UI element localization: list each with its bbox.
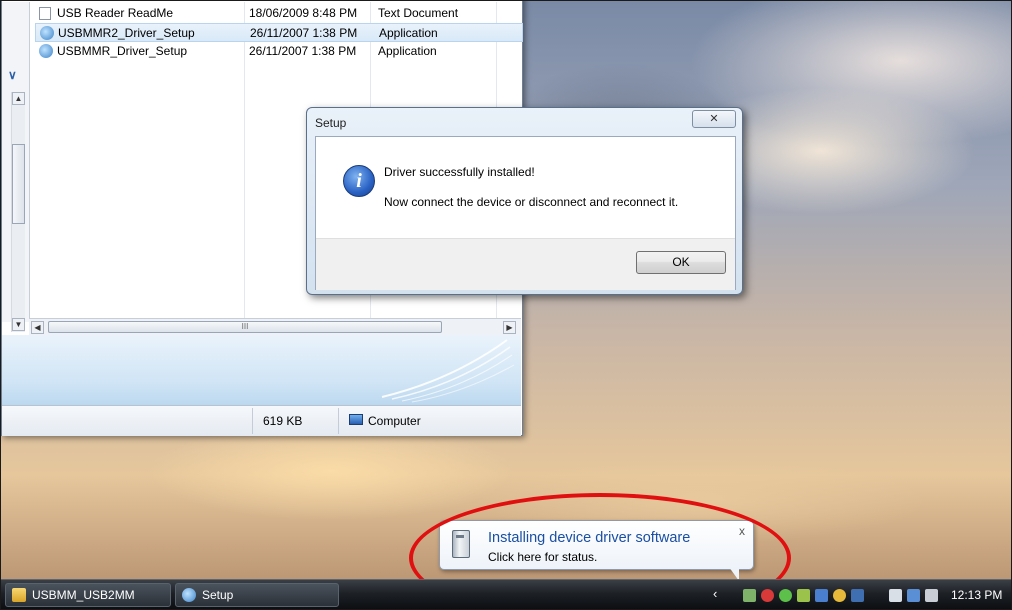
setup-dialog: Setup ✕ i Driver successfully installed!…: [306, 107, 743, 295]
text-document-icon: [39, 7, 51, 20]
file-type: Application: [378, 44, 437, 58]
clock[interactable]: 12:13 PM: [951, 588, 1002, 602]
dialog-footer: OK: [316, 238, 735, 290]
file-row-usbmmr-setup[interactable]: USBMMR_Driver_Setup 26/11/2007 1:38 PM A…: [35, 42, 523, 61]
notification-balloon[interactable]: Installing device driver software Click …: [439, 520, 754, 570]
taskbar-button-label: Setup: [202, 588, 234, 602]
ok-button[interactable]: OK: [636, 251, 726, 274]
navigation-pane: ∨ ▲ ▼: [2, 2, 30, 332]
file-date: 26/11/2007 1:38 PM: [249, 44, 357, 58]
volume-icon[interactable]: [925, 589, 938, 602]
taskbar-button-label: USBMM_USB2MM: [32, 588, 135, 602]
network-icon[interactable]: [907, 589, 920, 602]
dialog-title: Setup: [315, 116, 347, 130]
system-tray: ‹ 12:13 PM: [713, 580, 1011, 609]
info-icon: i: [343, 165, 375, 197]
instruction-message: Now connect the device or disconnect and…: [384, 195, 679, 209]
file-row-readme[interactable]: USB Reader ReadMe 18/06/2009 8:48 PM Tex…: [35, 4, 523, 23]
usb-device-icon[interactable]: [889, 589, 902, 602]
update-icon[interactable]: [797, 589, 810, 602]
antivirus-icon[interactable]: [779, 589, 792, 602]
balloon-close-icon[interactable]: x: [739, 524, 745, 538]
status-divider: [252, 408, 253, 434]
scroll-down-button[interactable]: ▼: [12, 318, 25, 331]
computer-icon: [349, 414, 363, 425]
setup-application-icon: [39, 44, 53, 58]
device-icon: [452, 530, 470, 558]
display-icon[interactable]: [815, 589, 828, 602]
setup-application-icon: [40, 26, 54, 40]
setup-icon: [182, 588, 196, 602]
file-name: USBMMR_Driver_Setup: [57, 44, 188, 58]
file-name: USBMMR2_Driver_Setup: [58, 26, 195, 40]
dialog-content: i Driver successfully installed! Now con…: [315, 136, 736, 290]
scroll-up-button[interactable]: ▲: [12, 92, 25, 105]
file-type: Text Document: [378, 6, 459, 20]
security-alert-icon[interactable]: [761, 589, 774, 602]
success-message: Driver successfully installed!: [384, 165, 535, 179]
taskbar-button-usbmm-usb2mm[interactable]: USBMM_USB2MM: [5, 583, 171, 607]
taskbar-button-setup[interactable]: Setup: [175, 583, 339, 607]
desktop: ∨ ▲ ▼ USB Reader ReadMe 18/06/2009 8:48 …: [0, 0, 1012, 610]
shield-icon[interactable]: [833, 589, 846, 602]
taskbar: USBMM_USB2MM Setup ‹ 12:13 PM: [1, 579, 1011, 609]
scroll-right-button[interactable]: ▶: [503, 321, 516, 334]
vertical-scroll-thumb[interactable]: [12, 144, 25, 224]
file-row-usbmmr2-setup[interactable]: USBMMR2_Driver_Setup 26/11/2007 1:38 PM …: [35, 23, 523, 42]
horizontal-scroll-thumb[interactable]: III: [48, 321, 442, 333]
chevron-down-icon[interactable]: ∨: [8, 68, 17, 82]
file-date: 18/06/2009 8:48 PM: [249, 6, 358, 20]
selection-size: 619 KB: [263, 414, 303, 428]
status-bar: 619 KB Computer: [2, 405, 521, 436]
file-type: Application: [379, 26, 438, 40]
device-manager-icon[interactable]: [851, 589, 864, 602]
horizontal-scrollbar[interactable]: ◀ III ▶: [29, 318, 521, 336]
file-date: 26/11/2007 1:38 PM: [250, 26, 358, 40]
scroll-left-button[interactable]: ◀: [31, 321, 44, 334]
file-name: USB Reader ReadMe: [57, 6, 174, 20]
show-hidden-icons-arrow[interactable]: ‹: [713, 586, 717, 601]
status-divider: [338, 408, 339, 434]
balloon-title[interactable]: Installing device driver software: [488, 530, 690, 546]
close-button[interactable]: ✕: [692, 110, 736, 128]
details-pane: [2, 335, 521, 405]
folder-icon: [12, 588, 26, 602]
decorative-swoosh: [381, 339, 515, 403]
balloon-subtitle[interactable]: Click here for status.: [488, 550, 597, 564]
status-location: Computer: [368, 414, 421, 428]
vertical-scrollbar[interactable]: ▲ ▼: [11, 92, 25, 332]
network-status-icon[interactable]: [743, 589, 756, 602]
close-icon: ✕: [709, 113, 719, 125]
